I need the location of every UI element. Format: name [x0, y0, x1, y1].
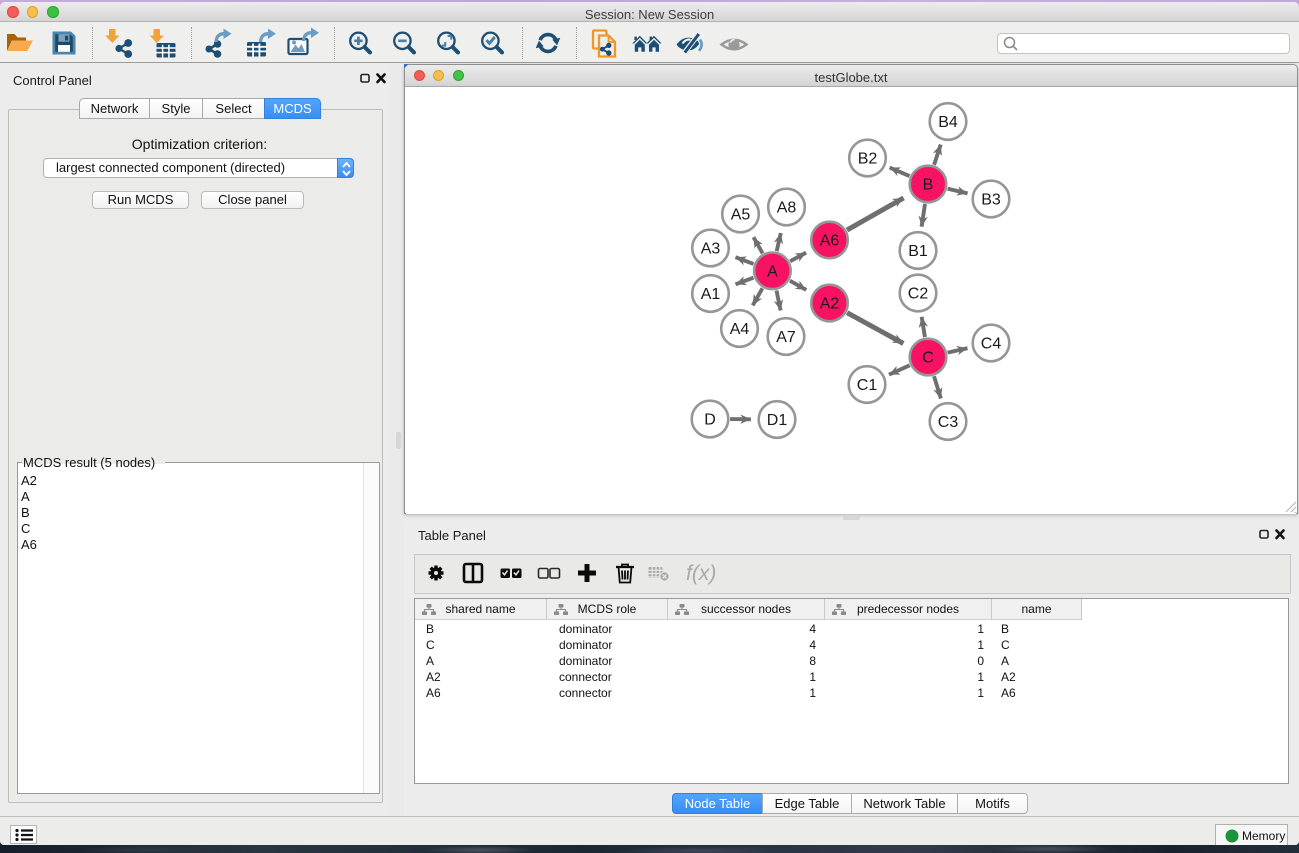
svg-text:A6: A6 [820, 233, 840, 250]
svg-text:A3: A3 [701, 241, 721, 258]
svg-text:A1: A1 [701, 286, 721, 303]
svg-text:B2: B2 [858, 151, 878, 168]
svg-text:D1: D1 [767, 412, 788, 429]
svg-text:A7: A7 [776, 329, 796, 346]
svg-text:C4: C4 [981, 336, 1002, 353]
svg-text:B1: B1 [908, 243, 928, 260]
svg-text:C1: C1 [857, 377, 878, 394]
svg-text:B4: B4 [938, 114, 958, 131]
svg-text:B3: B3 [981, 192, 1001, 209]
svg-text:A4: A4 [730, 321, 750, 338]
svg-text:C2: C2 [908, 286, 929, 303]
svg-text:A2: A2 [820, 296, 840, 313]
svg-text:A5: A5 [731, 207, 751, 224]
svg-text:f(x): f(x) [686, 562, 716, 585]
svg-text:C3: C3 [938, 414, 959, 431]
svg-text:B: B [923, 177, 934, 194]
svg-text:C: C [922, 350, 934, 367]
svg-text:A: A [767, 263, 778, 280]
svg-text:D: D [704, 412, 716, 429]
svg-text:A8: A8 [777, 200, 797, 217]
